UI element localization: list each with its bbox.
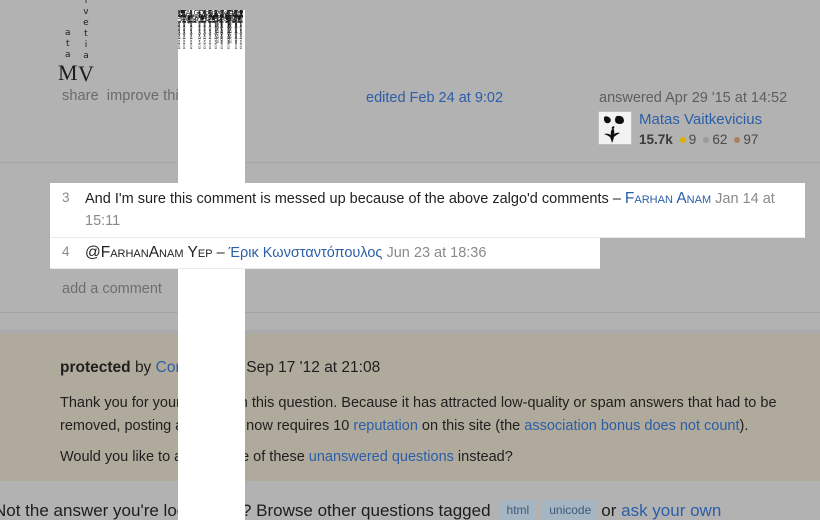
association-bonus-link[interactable]: association bonus does not count	[524, 418, 739, 434]
protected-timestamp: Sep 17 '12 at 21:08	[246, 359, 381, 376]
divider-below-comments	[0, 312, 820, 313]
comment-author-link[interactable]: Έρικ Κωνσταντόπουλος	[229, 245, 383, 261]
reputation-count: 15.7k	[639, 132, 673, 147]
vchar: i	[84, 0, 88, 6]
protected-text-b: on this site (the	[417, 418, 525, 434]
silver-badge-icon	[703, 136, 710, 143]
zalgo-overflow-column: ̡̢̛̗̘̙̜̝̞̟̠̩̪̫̬̭̮̯̰̱̲̳̹̺̻̼͇͈͉͍͎̀́̂̃̄̅̆̇̈…	[178, 10, 245, 520]
unanswered-questions-link[interactable]: unanswered questions	[309, 449, 454, 465]
silver-badge-count: 62	[712, 132, 728, 147]
comment-text: @FarhanAnam Yep	[85, 244, 213, 261]
or-label: or	[601, 501, 617, 520]
add-comment-link[interactable]: add a comment	[62, 281, 162, 297]
bronze-badge-icon	[734, 136, 741, 143]
answered-timestamp: answered Apr 29 '15 at 14:52	[599, 90, 788, 106]
comment-author-link[interactable]: Farhan Anam	[625, 190, 711, 207]
gold-badge-icon	[679, 136, 686, 143]
comment-divider	[50, 237, 805, 238]
comment-body: @FarhanAnam Yep – Έρικ Κωνσταντόπουλος J…	[85, 242, 605, 264]
vchar: V	[78, 61, 94, 86]
not-the-answer-text: Not the answer you're looking for? Brows…	[0, 501, 491, 520]
share-link[interactable]: share	[62, 88, 99, 104]
protected-by-label: by	[134, 359, 152, 376]
gold-badge[interactable]: 9	[679, 132, 697, 147]
divider-above-comments	[0, 162, 820, 163]
bronze-badge[interactable]: 97	[734, 132, 758, 147]
user-name-link[interactable]: Matas Vaitkevicius	[639, 112, 765, 127]
reputation-link[interactable]: reputation	[353, 418, 418, 434]
comment-dash: –	[216, 245, 225, 261]
tag-html[interactable]: html	[499, 500, 537, 520]
ask-your-own-link[interactable]: ask your own	[621, 501, 721, 520]
edited-timestamp-link[interactable]: edited Feb 24 at 9:02	[366, 90, 503, 106]
user-avatar[interactable]	[599, 112, 631, 144]
not-the-answer-line: Not the answer you're looking for? Brows…	[0, 500, 721, 520]
protected-label: protected	[60, 359, 131, 376]
zalgo-overflow-text: ̡̢̛̗̘̙̜̝̞̟̠̩̪̫̬̭̮̯̰̱̲̳̹̺̻̼͇͈͉͍͎̀́̂̃̄̅̆̇̈…	[180, 10, 243, 24]
bronze-badge-count: 97	[743, 132, 759, 147]
gold-badge-count: 9	[688, 132, 697, 147]
page-stage: a t a M i v e t i a V share improve this …	[0, 0, 820, 520]
protected-text-e: instead?	[453, 449, 513, 465]
comment-body: And I'm sure this comment is messed up b…	[85, 188, 800, 232]
comment-score: 3	[62, 190, 70, 205]
comment-divider	[50, 268, 600, 269]
comment-score: 4	[62, 244, 70, 259]
vchar: i	[84, 40, 88, 50]
vchar: M	[58, 60, 78, 85]
vchar: a	[65, 28, 71, 38]
tag-unicode[interactable]: unicode	[542, 500, 599, 520]
user-reputation-badges: 15.7k 9 62 97	[639, 132, 765, 147]
vchar: e	[83, 18, 89, 28]
comment-timestamp[interactable]: Jun 23 at 18:36	[386, 245, 486, 261]
answered-by-card: answered Apr 29 '15 at 14:52 Matas Vaitk…	[599, 90, 787, 147]
vchar: t	[66, 39, 70, 49]
vchar: t	[84, 29, 88, 39]
protected-text-c: ).	[739, 418, 749, 434]
comment-text: And I'm sure this comment is messed up b…	[85, 191, 609, 207]
vchar: v	[83, 7, 89, 17]
protected-paragraph-2: Would you like to answer one of these un…	[60, 449, 513, 465]
silver-badge[interactable]: 62	[703, 132, 727, 147]
protected-paragraph-1: Thank you for your interest in this ques…	[60, 392, 800, 438]
comment-dash: –	[612, 191, 621, 207]
